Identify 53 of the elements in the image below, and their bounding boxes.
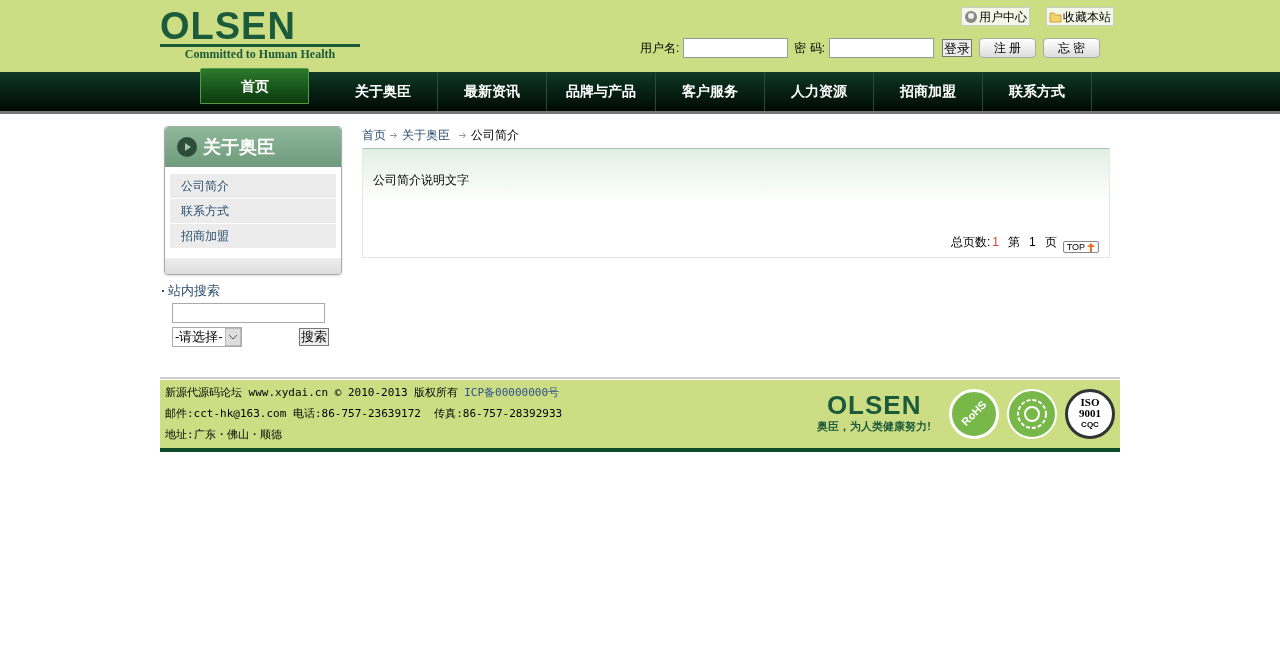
link-label[interactable]: 用户中心 xyxy=(979,7,1027,26)
sidebar-title: 关于奥臣 xyxy=(203,135,275,159)
page-number: 1 xyxy=(1028,234,1036,251)
caret-icon xyxy=(224,327,241,346)
page-suffix: 页 xyxy=(1044,234,1057,251)
search-button[interactable]: 搜索 xyxy=(299,327,329,346)
nav-tab[interactable]: 客户服务 xyxy=(656,72,766,111)
footer-text: 地址:广东・佛山・顺德 xyxy=(165,426,282,443)
nav-tab[interactable]: 招商加盟 xyxy=(874,72,984,111)
play-icon xyxy=(177,137,197,157)
folder-icon xyxy=(1049,10,1062,23)
page-count: 总页数: 1 xyxy=(950,234,999,251)
user-icon xyxy=(964,9,978,24)
icp-link[interactable]: ICP备00000000号 xyxy=(464,384,560,401)
breadcrumb-link[interactable]: 首页 xyxy=(362,126,386,144)
footer-text: 邮件:cct-hk@163.com 电话:86-757-23639172 传真:86-757-28392933 xyxy=(165,405,563,422)
footer-logo: OLSEN xyxy=(826,392,922,419)
arrow-up-icon xyxy=(1087,242,1095,252)
password-field[interactable] xyxy=(829,38,934,58)
password-label: 密 码: xyxy=(794,40,825,57)
nav-tab[interactable]: 关于奥臣 xyxy=(329,72,439,111)
arrow-icon xyxy=(390,131,398,139)
logo-text[interactable]: OLSEN xyxy=(160,8,360,44)
username-field[interactable] xyxy=(683,38,789,58)
category-select[interactable]: -请选择- xyxy=(172,326,242,347)
breadcrumb-link[interactable]: 关于奥臣 xyxy=(402,126,450,144)
breadcrumb-link[interactable]: 公司简介 xyxy=(471,126,519,144)
search-title: 站内搜索 xyxy=(168,282,220,300)
nav-tab[interactable]: 联系方式 xyxy=(983,72,1093,111)
top-link[interactable]: 用户中心 xyxy=(961,7,1030,26)
top-button[interactable]: TOP xyxy=(1062,241,1099,253)
top-link[interactable]: 收藏本站 xyxy=(1046,7,1114,26)
arrow-icon xyxy=(459,131,467,139)
flower-badge xyxy=(1007,388,1057,439)
nav-tab[interactable]: 品牌与产品 xyxy=(547,72,657,111)
nav-tab[interactable]: 首页 xyxy=(200,68,310,104)
iso-badge: ISO 9001 CQC xyxy=(1065,388,1115,439)
username-label: 用户名: xyxy=(640,40,680,57)
login-button[interactable]: 登录 xyxy=(942,39,972,57)
link-label[interactable]: 收藏本站 xyxy=(1063,7,1111,26)
sidebar-item[interactable]: 招商加盟 xyxy=(170,224,336,248)
nav-tab[interactable]: 最新资讯 xyxy=(438,72,548,111)
search-field[interactable] xyxy=(172,302,325,323)
footer-text: 新源代源码论坛 www.xydai.cn © 2010-2013 版权所有 xyxy=(165,384,459,401)
forgot-button[interactable]: 忘 密 xyxy=(1043,38,1100,58)
logo-tagline: Committed to Human Health xyxy=(160,44,360,61)
footer-slogan: 奥臣，为人类健康努力! xyxy=(817,419,931,435)
nav-tab[interactable]: 人力资源 xyxy=(765,72,875,111)
register-button[interactable]: 注 册 xyxy=(979,38,1036,58)
content-text: 公司简介说明文字 xyxy=(372,172,470,189)
sidebar-item[interactable]: 公司简介 xyxy=(170,174,336,198)
page-prefix: 第 xyxy=(1007,234,1020,251)
sidebar-item[interactable]: 联系方式 xyxy=(170,199,336,223)
